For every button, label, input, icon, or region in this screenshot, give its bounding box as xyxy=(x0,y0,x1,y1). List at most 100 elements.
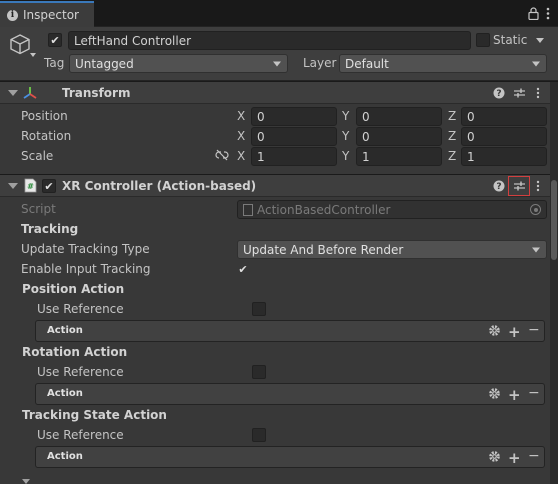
z-axis-label: Z xyxy=(448,149,457,163)
position-action-header: Position Action xyxy=(22,282,125,296)
kebab-icon[interactable] xyxy=(533,86,543,100)
object-name-value: LeftHand Controller xyxy=(74,33,192,48)
update-tracking-type-value: Update And Before Render xyxy=(243,242,404,257)
foldout-arrow-icon[interactable] xyxy=(8,90,18,96)
position-z-value: 0 xyxy=(467,109,475,124)
scale-z-field[interactable]: 1 xyxy=(461,147,547,166)
scrollbar-track[interactable] xyxy=(550,82,558,484)
position-use-reference-label: Use Reference xyxy=(37,302,124,316)
link-broken-icon[interactable] xyxy=(214,149,230,163)
scale-y-value: 1 xyxy=(362,149,370,164)
gear-icon[interactable] xyxy=(488,450,502,464)
scale-x-field[interactable]: 1 xyxy=(251,147,337,166)
position-use-reference-checkbox[interactable] xyxy=(252,302,266,316)
script-value: ActionBasedController xyxy=(257,202,391,217)
tag-dropdown[interactable]: Untagged xyxy=(69,54,288,73)
inspector-tab-title: Inspector xyxy=(23,8,79,22)
active-checkbox[interactable]: ✔ xyxy=(48,33,62,47)
layer-value: Default xyxy=(345,56,389,71)
layer-dropdown[interactable]: Default xyxy=(339,54,547,73)
static-checkbox[interactable] xyxy=(476,33,490,47)
rotation-x-value: 0 xyxy=(257,129,265,144)
gear-icon[interactable] xyxy=(488,324,502,338)
rotation-use-reference-checkbox[interactable] xyxy=(252,365,266,379)
position-x-field[interactable]: 0 xyxy=(251,107,337,126)
script-icon: # xyxy=(24,178,38,194)
layer-label: Layer xyxy=(303,56,337,70)
xr-enabled-checkbox[interactable]: ✔ xyxy=(42,179,56,193)
plus-icon[interactable]: + xyxy=(508,449,522,467)
tracking-state-use-reference-checkbox[interactable] xyxy=(252,428,266,442)
tag-value: Untagged xyxy=(75,56,134,71)
next-foldout-arrow-icon[interactable] xyxy=(22,479,30,484)
script-field: ActionBasedController xyxy=(237,200,547,219)
lock-icon[interactable] xyxy=(526,5,540,21)
checkmark-icon: ✔ xyxy=(238,262,248,276)
position-action-box-label: Action xyxy=(47,325,83,336)
transform-title: Transform xyxy=(62,86,131,100)
tracking-state-action-header: Tracking State Action xyxy=(22,408,167,422)
scale-label: Scale xyxy=(21,149,54,163)
x-axis-label: X xyxy=(237,149,246,163)
update-tracking-type-dropdown[interactable]: Update And Before Render xyxy=(237,240,547,259)
inspector-tab[interactable]: i Inspector xyxy=(0,1,94,27)
tracking-header: Tracking xyxy=(21,222,79,236)
position-x-value: 0 xyxy=(257,109,265,124)
x-axis-label: X xyxy=(237,109,246,123)
presets-icon[interactable] xyxy=(508,176,530,196)
x-axis-label: X xyxy=(237,129,246,143)
rotation-action-header: Rotation Action xyxy=(22,345,128,359)
rotation-z-value: 0 xyxy=(467,129,475,144)
chevron-down-icon xyxy=(532,247,540,252)
cube-icon[interactable] xyxy=(8,31,36,59)
position-label: Position xyxy=(21,109,68,123)
svg-text:?: ? xyxy=(496,89,501,99)
help-icon[interactable]: ? xyxy=(492,86,506,100)
checkmark-icon: ✔ xyxy=(44,179,54,193)
minus-icon[interactable]: − xyxy=(528,448,540,464)
static-label: Static xyxy=(493,33,528,47)
kebab-icon[interactable] xyxy=(533,179,543,193)
help-icon[interactable]: ? xyxy=(492,179,506,193)
gear-icon[interactable] xyxy=(488,387,502,401)
position-z-field[interactable]: 0 xyxy=(461,107,547,126)
rotation-label: Rotation xyxy=(21,129,72,143)
chevron-down-icon xyxy=(532,61,540,66)
target-icon[interactable] xyxy=(530,204,541,215)
foldout-arrow-icon[interactable] xyxy=(8,183,18,189)
update-tracking-type-label: Update Tracking Type xyxy=(21,242,150,256)
minus-icon[interactable]: − xyxy=(528,385,540,401)
transform-header[interactable]: Transform ? xyxy=(0,81,558,104)
xr-controller-title: XR Controller (Action-based) xyxy=(62,179,257,193)
tracking-state-use-reference-label: Use Reference xyxy=(37,428,124,442)
position-y-field[interactable]: 0 xyxy=(356,107,442,126)
scale-z-value: 1 xyxy=(467,149,475,164)
svg-text:#: # xyxy=(27,182,34,191)
rotation-y-value: 0 xyxy=(362,129,370,144)
script-file-icon xyxy=(243,203,253,216)
minus-icon[interactable]: − xyxy=(528,322,540,338)
static-dropdown-arrow[interactable] xyxy=(536,38,544,43)
tag-label: Tag xyxy=(44,56,65,70)
scale-x-value: 1 xyxy=(257,149,265,164)
plus-icon[interactable]: + xyxy=(508,323,522,341)
z-axis-label: Z xyxy=(448,109,457,123)
enable-input-tracking-checkbox[interactable]: ✔ xyxy=(236,262,250,276)
tracking-state-action-box-label: Action xyxy=(47,451,83,462)
rotation-action-box-label: Action xyxy=(47,388,83,399)
y-axis-label: Y xyxy=(342,149,350,163)
checkmark-icon: ✔ xyxy=(50,33,60,47)
chevron-down-icon xyxy=(273,61,281,66)
rotation-z-field[interactable]: 0 xyxy=(461,127,547,146)
menu-icon[interactable] xyxy=(542,5,554,21)
plus-icon[interactable]: + xyxy=(508,386,522,404)
object-name-field[interactable]: LeftHand Controller xyxy=(68,31,471,50)
tracking-state-action-box: Action + − xyxy=(35,446,545,468)
scrollbar-thumb[interactable] xyxy=(551,180,557,260)
xr-controller-header[interactable]: # ✔ XR Controller (Action-based) ? xyxy=(0,174,558,197)
rotation-y-field[interactable]: 0 xyxy=(356,127,442,146)
scale-y-field[interactable]: 1 xyxy=(356,147,442,166)
presets-icon[interactable] xyxy=(511,86,527,100)
rotation-use-reference-label: Use Reference xyxy=(37,365,124,379)
rotation-x-field[interactable]: 0 xyxy=(251,127,337,146)
